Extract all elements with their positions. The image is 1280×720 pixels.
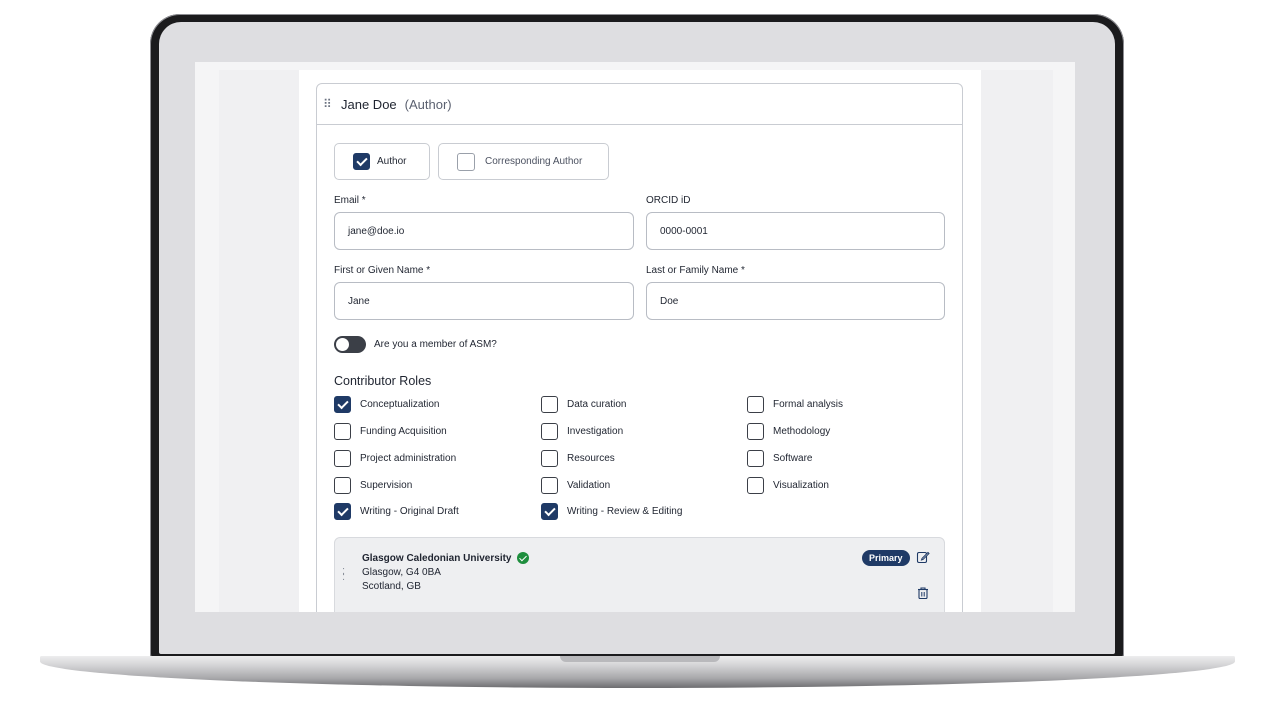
role-writing-original-draft[interactable]: Writing - Original Draft (334, 503, 459, 520)
role-label: Conceptualization (360, 399, 440, 410)
affiliation-name-text: Glasgow Caledonian University (362, 552, 512, 564)
checkbox-icon[interactable] (541, 423, 558, 440)
role-label: Software (773, 453, 813, 464)
role-visualization[interactable]: Visualization (747, 477, 829, 494)
role-label: Investigation (567, 426, 624, 437)
role-conceptualization[interactable]: Conceptualization (334, 396, 440, 413)
role-writing-review-editing[interactable]: Writing - Review & Editing (541, 503, 682, 520)
checkbox-icon[interactable] (334, 477, 351, 494)
laptop-notch (560, 656, 720, 662)
role-investigation[interactable]: Investigation (541, 423, 623, 440)
asm-member-label: Are you a member of ASM? (374, 339, 497, 350)
asm-member-toggle[interactable] (334, 336, 366, 353)
role-funding-acquisition[interactable]: Funding Acquisition (334, 423, 447, 440)
corresponding-author-label: Corresponding Author (485, 156, 583, 167)
corresponding-author-chip[interactable]: Corresponding Author (438, 143, 609, 180)
role-label: Writing - Original Draft (360, 506, 459, 517)
role-label: Funding Acquisition (360, 426, 447, 437)
role-software[interactable]: Software (747, 450, 812, 467)
check-icon[interactable] (334, 503, 351, 520)
author-name: Jane Doe (341, 96, 397, 112)
first-name-label: First or Given Name * (334, 265, 431, 276)
affiliation-name: Glasgow Caledonian University (362, 552, 530, 564)
email-label: Email * (334, 195, 366, 206)
contributor-roles-title: Contributor Roles (334, 374, 432, 388)
left-gutter (219, 70, 299, 612)
checkbox-icon[interactable] (747, 450, 764, 467)
role-project-administration[interactable]: Project administration (334, 450, 456, 467)
edit-icon[interactable] (916, 550, 930, 564)
trash-icon[interactable] (916, 586, 930, 600)
checkbox-icon[interactable] (747, 423, 764, 440)
role-label: Visualization (773, 480, 829, 491)
checkbox-icon[interactable] (541, 450, 558, 467)
author-chip-label: Author (377, 156, 407, 167)
check-icon[interactable] (334, 396, 351, 413)
first-name-field[interactable]: Jane (334, 282, 634, 320)
orcid-label: ORCID iD (646, 195, 691, 206)
role-label: Data curation (567, 399, 627, 410)
checkbox-icon[interactable] (334, 450, 351, 467)
role-label: Formal analysis (773, 399, 844, 410)
email-field[interactable]: jane@doe.io (334, 212, 634, 250)
checkbox-icon[interactable] (541, 477, 558, 494)
role-label: Project administration (360, 453, 457, 464)
role-formal-analysis[interactable]: Formal analysis (747, 396, 843, 413)
role-supervision[interactable]: Supervision (334, 477, 412, 494)
role-label: Resources (567, 453, 615, 464)
affiliation-region: Scotland, GB (362, 581, 421, 592)
drag-handle-icon[interactable]: ⠿ (323, 97, 337, 111)
author-card: ⠿ Jane Doe (Author) Author Corresponding… (316, 83, 963, 612)
verified-icon (517, 552, 530, 564)
author-chip[interactable]: Author (334, 143, 430, 180)
last-name-label: Last or Family Name * (646, 265, 745, 276)
checkbox-icon[interactable] (747, 477, 764, 494)
role-data-curation[interactable]: Data curation (541, 396, 626, 413)
check-icon[interactable] (353, 153, 370, 170)
author-card-header[interactable]: ⠿ Jane Doe (Author) (317, 84, 962, 125)
primary-badge: Primary (862, 550, 910, 566)
drag-handle-icon[interactable]: :: (342, 566, 345, 583)
checkbox-icon[interactable] (457, 152, 475, 171)
role-methodology[interactable]: Methodology (747, 423, 830, 440)
role-label: Validation (567, 480, 611, 491)
last-name-field[interactable]: Doe (646, 282, 945, 320)
orcid-field[interactable]: 0000-0001 (646, 212, 945, 250)
checkbox-icon[interactable] (747, 396, 764, 413)
role-validation[interactable]: Validation (541, 477, 610, 494)
role-label: Writing - Review & Editing (567, 506, 683, 517)
screen: ⠿ Jane Doe (Author) Author Corresponding… (195, 62, 1075, 612)
affiliation-card: :: Glasgow Caledonian University Glasgow… (334, 537, 945, 612)
author-role-label: (Author) (404, 96, 452, 112)
role-label: Methodology (773, 426, 831, 437)
checkbox-icon[interactable] (334, 423, 351, 440)
page-content: ⠿ Jane Doe (Author) Author Corresponding… (299, 70, 981, 612)
right-gutter (981, 70, 1053, 612)
role-resources[interactable]: Resources (541, 450, 615, 467)
affiliation-city: Glasgow, G4 0BA (362, 567, 441, 578)
check-icon[interactable] (541, 503, 558, 520)
checkbox-icon[interactable] (541, 396, 558, 413)
role-label: Supervision (360, 480, 413, 491)
